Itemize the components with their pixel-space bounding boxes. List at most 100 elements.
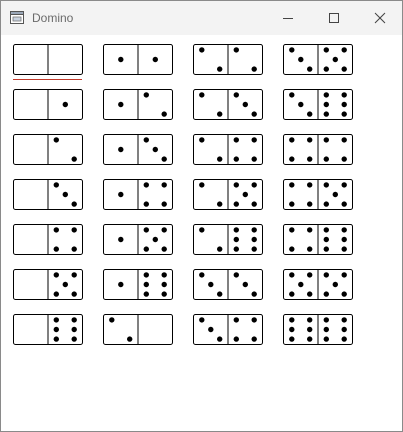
domino-pip [208,326,214,333]
domino-pip [289,47,295,53]
domino-tile[interactable] [13,269,83,300]
domino-pip [53,291,59,297]
domino-pip [341,246,347,252]
domino-pip [341,92,347,98]
title-bar[interactable]: Domino [1,1,402,35]
domino-tile[interactable] [283,224,353,255]
domino-pip [307,182,313,188]
minimize-button[interactable] [265,1,311,35]
domino-pip [289,291,295,297]
domino-pip [109,317,115,323]
domino-tile[interactable] [103,44,173,75]
domino-pip [53,182,59,188]
domino-pip [152,236,158,243]
domino-pip [152,146,158,153]
domino-pip [307,201,313,207]
domino-pip [323,336,329,342]
domino-pip [143,182,149,188]
domino-tile[interactable] [13,44,83,75]
domino-tile[interactable] [103,269,173,300]
window-title: Domino [32,11,74,25]
domino-pip [161,291,167,297]
domino-tile[interactable] [283,44,353,75]
domino-tile[interactable] [103,179,173,210]
domino-pip [289,137,295,143]
domino-tile[interactable] [193,179,263,210]
domino-pip [217,111,223,117]
domino-pip [289,201,295,207]
domino-pip [323,137,329,143]
domino-pip [307,272,313,278]
domino-pip [143,272,149,278]
domino-tile[interactable] [13,89,83,120]
domino-pip [341,326,347,333]
domino-pip [199,227,205,233]
domino-tile[interactable] [13,314,83,345]
domino-pip [289,156,295,162]
domino-pip [71,336,77,342]
domino-pip [251,137,257,143]
domino-pip [233,236,239,243]
domino-pip [118,236,124,243]
domino-pip [251,227,257,233]
domino-pip [251,182,257,188]
domino-tile[interactable] [103,134,173,165]
domino-tile[interactable] [193,224,263,255]
domino-pip [233,227,239,233]
domino-tile[interactable] [193,89,263,120]
app-window-icon [10,11,24,24]
domino-tile[interactable] [283,179,353,210]
domino-pip [118,281,124,288]
domino-tile[interactable] [193,44,263,75]
domino-pip [341,111,347,117]
domino-pip [71,201,77,207]
domino-pip [233,317,239,323]
domino-pip [143,281,149,288]
domino-pip [341,66,347,72]
domino-pip [118,56,124,63]
domino-pip [251,317,257,323]
domino-tile[interactable] [13,224,83,255]
domino-tile[interactable] [13,179,83,210]
domino-pip [199,272,205,278]
domino-pip [307,111,313,117]
domino-pip [341,291,347,297]
domino-tile[interactable] [103,314,173,345]
domino-pip [323,66,329,72]
domino-pip [217,201,223,207]
domino-pip [233,336,239,342]
domino-pip [307,317,313,323]
maximize-button[interactable] [311,1,357,35]
domino-tile[interactable] [193,314,263,345]
domino-tile[interactable] [283,314,353,345]
domino-tile[interactable] [193,134,263,165]
domino-pip [323,227,329,233]
domino-pip [199,137,205,143]
domino-grid [13,44,353,345]
domino-pip [242,101,248,108]
domino-pip [217,66,223,72]
domino-pip [332,281,338,288]
domino-tile[interactable] [283,269,353,300]
domino-pip [71,272,77,278]
domino-pip [289,272,295,278]
domino-pip [199,92,205,98]
domino-pip [217,156,223,162]
domino-pip [341,236,347,243]
domino-pip [233,92,239,98]
domino-tile[interactable] [13,134,83,165]
domino-pip [233,272,239,278]
domino-tile[interactable] [103,224,173,255]
domino-pip [289,182,295,188]
domino-pip [307,246,313,252]
domino-pip [332,56,338,63]
domino-tile[interactable] [283,89,353,120]
domino-pip [233,137,239,143]
domino-pip [217,291,223,297]
domino-pip [289,317,295,323]
close-button[interactable] [357,1,403,35]
domino-tile[interactable] [103,89,173,120]
domino-pip [341,47,347,53]
domino-tile[interactable] [193,269,263,300]
domino-tile[interactable] [283,134,353,165]
